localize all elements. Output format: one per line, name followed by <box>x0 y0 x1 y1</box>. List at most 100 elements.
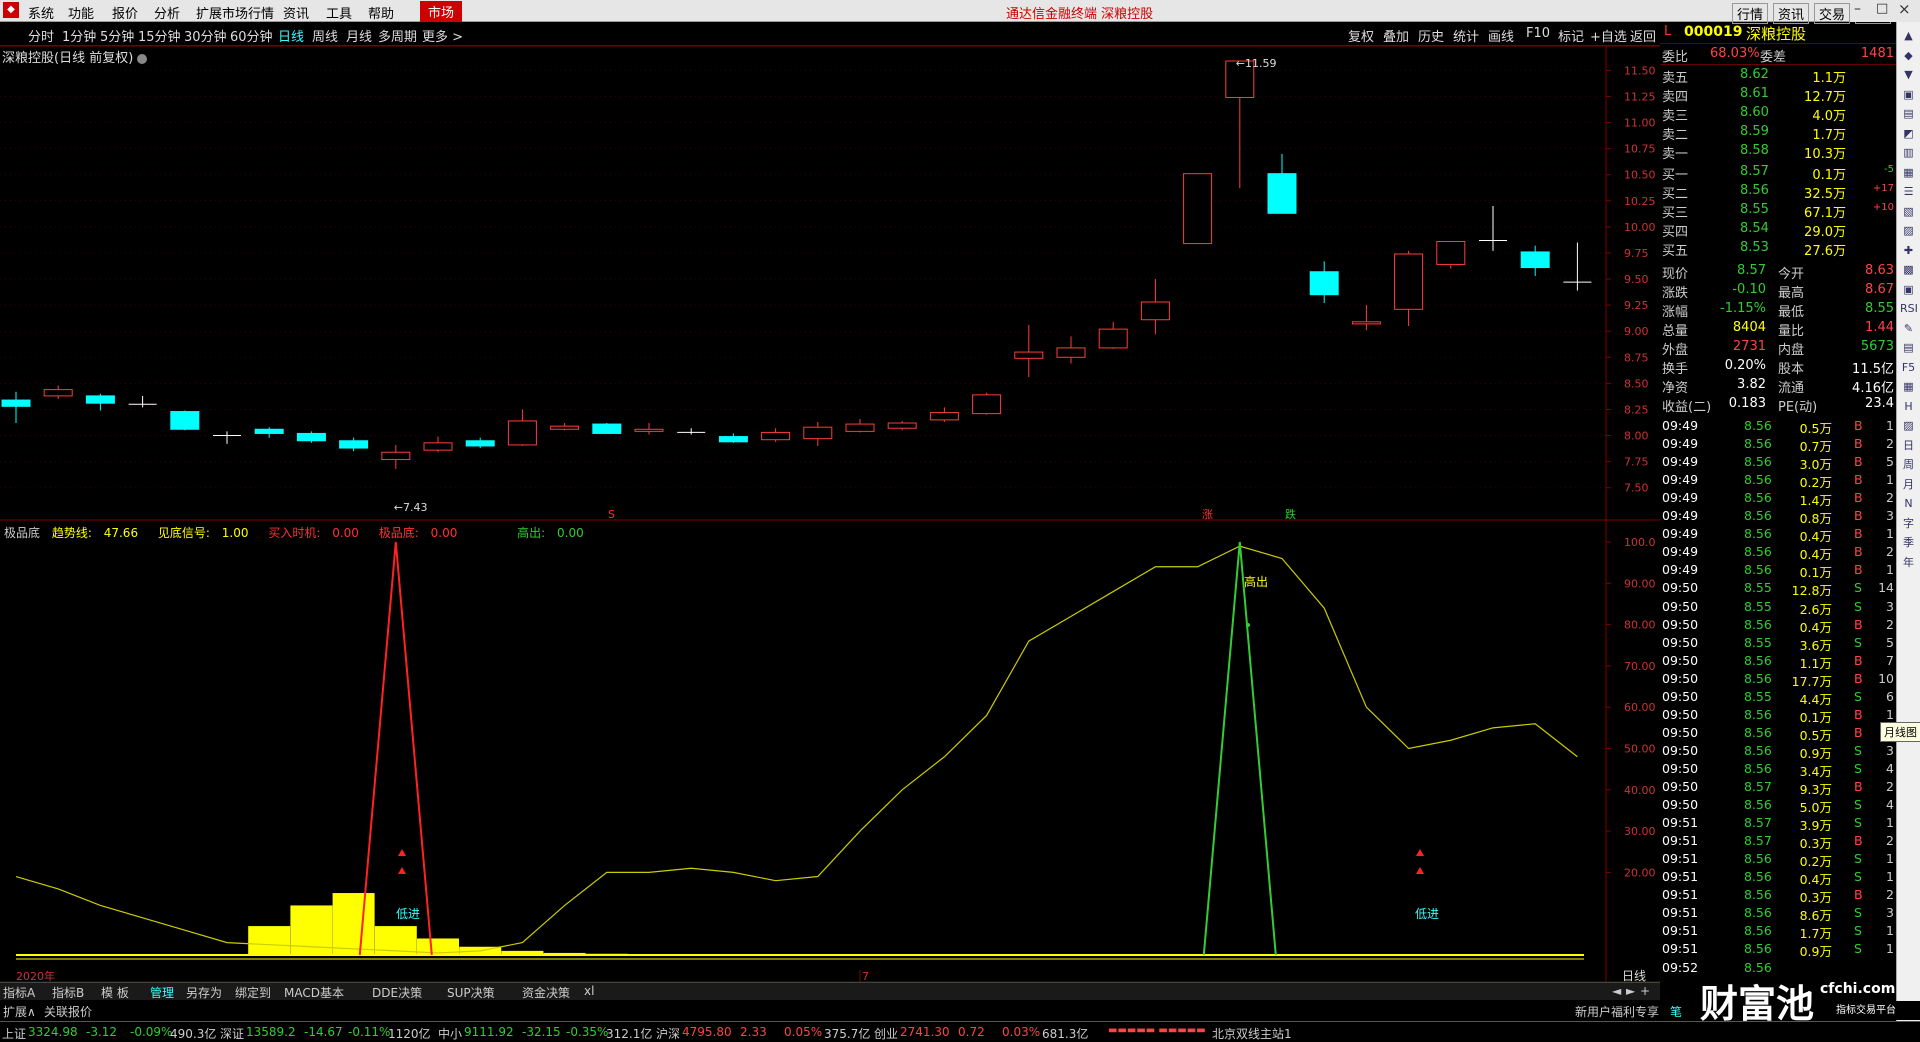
tick-count: 4 <box>1886 760 1894 776</box>
indicator-tab[interactable]: xl <box>584 984 594 998</box>
scroll-right-icon[interactable]: ► <box>1626 984 1635 998</box>
side-tool-icon[interactable]: 字 <box>1900 516 1917 532</box>
button-jiaoyi[interactable]: 交易 <box>1814 3 1851 24</box>
stat-label2: 量比 <box>1778 324 1805 339</box>
side-tool-icon[interactable]: ☰ <box>1900 184 1917 200</box>
side-tool-icon[interactable]: ▧ <box>1900 204 1917 220</box>
stat-value: 8404 <box>1732 320 1766 335</box>
signal-marker: 涨 <box>1202 508 1213 521</box>
tooltip-monthly: 月线图 <box>1880 722 1920 742</box>
tick-side: S <box>1854 580 1862 596</box>
indicator-tab[interactable]: 另存为 <box>186 984 222 1001</box>
expand-button[interactable]: 扩展∧ <box>3 1003 36 1020</box>
button-zixun[interactable]: 资讯 <box>1773 3 1810 24</box>
indicator-tab[interactable]: 模 板 <box>101 984 129 1001</box>
indicator-tab[interactable]: DDE决策 <box>372 984 422 1001</box>
ask-volume: 10.3万 <box>1804 147 1846 162</box>
stat-label: 涨幅 <box>1662 305 1689 320</box>
side-tool-icon[interactable]: ▣ <box>1900 282 1917 298</box>
kline-chart[interactable]: 11.50 11.25 11.00 10.75 10.50 10.25 10.00 9.75 9… <box>0 0 1660 1000</box>
side-tool-icon[interactable]: 月 <box>1900 477 1917 493</box>
tick-row: 09:50 8.55 4.4万 S 6 <box>1660 689 1896 707</box>
tick-price: 8.57 <box>1744 779 1772 794</box>
side-tool-icon[interactable]: ▦ <box>1900 165 1917 181</box>
zoom-icon[interactable]: + <box>1640 984 1650 998</box>
ask-price: 8.58 <box>1740 143 1769 158</box>
maximize-icon[interactable]: □ <box>1876 1 1888 16</box>
side-tool-icon[interactable]: 周 <box>1900 457 1917 473</box>
side-tool-icon[interactable]: ✚ <box>1900 243 1917 259</box>
side-tool-icon[interactable]: ◆ <box>1900 48 1917 64</box>
tick-side: S <box>1854 634 1862 650</box>
close-icon[interactable]: × <box>1898 0 1911 18</box>
side-tool-icon[interactable]: ✎ <box>1900 321 1917 337</box>
indicator-tab[interactable]: 资金决策 <box>522 984 570 1001</box>
indicator-name[interactable]: 极品底 <box>4 526 40 540</box>
tick-side: B <box>1854 833 1863 849</box>
linked-quote-button[interactable]: 关联报价 <box>44 1003 92 1020</box>
up-arrow-icon <box>398 867 406 874</box>
side-tool-icon[interactable]: 年 <box>1900 555 1917 571</box>
price-tick-label: 8.00 <box>1624 430 1649 443</box>
index-name: 创业 <box>874 1027 899 1041</box>
pen-button[interactable]: 笔 <box>1670 1003 1682 1020</box>
side-tool-icon[interactable]: ▤ <box>1900 106 1917 122</box>
side-tool-icon[interactable]: ◩ <box>1900 126 1917 142</box>
side-tool-icon[interactable]: ▣ <box>1900 87 1917 103</box>
side-tool-icon[interactable]: F5 <box>1900 360 1917 376</box>
index-amount: 312.1亿 <box>606 1027 653 1041</box>
tick-price: 8.56 <box>1744 923 1772 939</box>
indicator-label: 趋势线: <box>51 526 92 540</box>
index-price: 3324.98 <box>28 1025 78 1039</box>
green-signal-line <box>1202 541 1277 956</box>
new-user-link[interactable]: 新用户福利专享 <box>1575 1003 1659 1020</box>
price-tick-label: 10.75 <box>1624 143 1656 156</box>
candle-body <box>634 428 664 432</box>
bid-row: 买二 8.56 32.5万 +17 <box>1660 183 1896 202</box>
side-tool-icon[interactable]: ▼ <box>1900 67 1917 83</box>
side-tool-icon[interactable]: RSI <box>1900 301 1918 317</box>
side-tool-icon[interactable]: ▩ <box>1900 262 1917 278</box>
tick-count: 3 <box>1886 905 1894 921</box>
candle-body <box>803 426 833 440</box>
tick-price: 8.56 <box>1744 670 1772 686</box>
side-tool-icon[interactable]: ▨ <box>1900 223 1917 239</box>
side-tool-icon[interactable]: 日 <box>1900 438 1917 454</box>
ask-price: 8.60 <box>1740 105 1769 120</box>
indicator-tab[interactable]: 绑定到 <box>235 984 271 1001</box>
stat-label2: 股本 <box>1778 362 1805 377</box>
indicator-item-signal: 见底信号: 1.00 <box>158 526 257 540</box>
low-price-label: ←7.43 <box>394 501 428 514</box>
indicator-tab[interactable]: MACD基本 <box>284 984 344 1001</box>
stat-label: 外盘 <box>1662 343 1689 358</box>
side-tool-icon[interactable]: N <box>1900 496 1917 512</box>
side-tool-icon[interactable]: ▦ <box>1900 379 1917 395</box>
side-tool-icon[interactable]: ▤ <box>1900 340 1917 356</box>
indicator-tab[interactable]: 管理 <box>150 984 174 1001</box>
tick-price: 8.56 <box>1744 472 1772 488</box>
side-tool-icon[interactable]: ▨ <box>1900 418 1917 434</box>
side-tool-icon[interactable]: ▲ <box>1900 28 1917 44</box>
tick-time: 09:51 <box>1662 887 1699 903</box>
quote-header: L 000019 深粮控股 <box>1660 22 1896 44</box>
index-amount: 681.3亿 <box>1042 1027 1089 1041</box>
tick-volume: 17.7万 <box>1791 673 1832 689</box>
index-change: -32.15 <box>522 1025 561 1039</box>
tick-side: B <box>1854 562 1863 578</box>
side-tool-icon[interactable]: ▥ <box>1900 145 1917 161</box>
ind-tick-label: 90.00 <box>1624 577 1656 590</box>
index-amount: 490.3亿 <box>170 1027 217 1041</box>
side-tool-icon[interactable]: H <box>1900 399 1917 415</box>
indicator-tab[interactable]: 指标B <box>52 984 84 1001</box>
button-hangqing[interactable]: 行情 <box>1732 3 1769 24</box>
tick-side: B <box>1854 454 1863 470</box>
side-tool-icon[interactable]: 季 <box>1900 535 1917 551</box>
minimize-icon[interactable]: – <box>1854 1 1861 17</box>
tick-volume: 0.8万 <box>1799 511 1832 527</box>
indicator-tab[interactable]: SUP决策 <box>447 984 495 1001</box>
weicha-value: 1481 <box>1860 46 1894 61</box>
candle-body <box>1056 347 1086 358</box>
tick-price: 8.56 <box>1744 418 1772 433</box>
indicator-tab[interactable]: 指标A <box>3 984 35 1001</box>
scroll-left-icon[interactable]: ◄ <box>1612 984 1621 998</box>
